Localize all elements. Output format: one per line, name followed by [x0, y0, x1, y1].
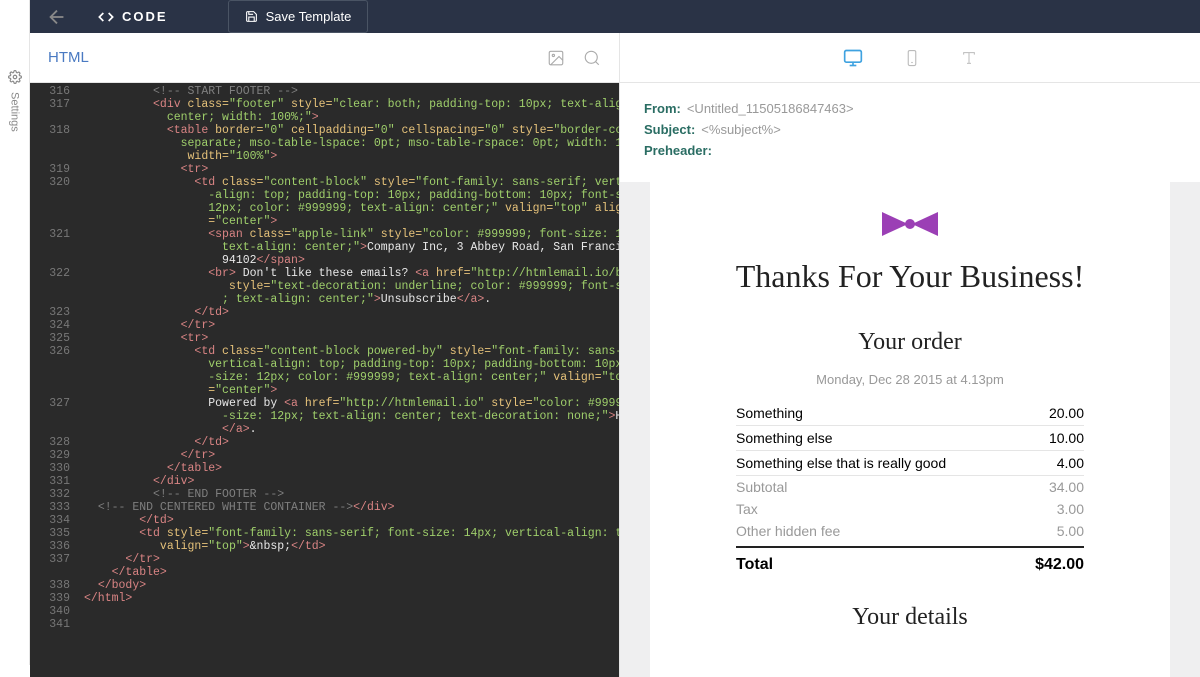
- side-rail: Settings: [0, 0, 30, 665]
- code-editor[interactable]: 316317 318 319320 321 322 323324325326 3…: [30, 83, 619, 677]
- tab-code[interactable]: CODE: [88, 9, 178, 25]
- table-row: Something else that is really good4.00: [736, 451, 1084, 476]
- bowtie-icon: [650, 182, 1170, 258]
- back-arrow-icon[interactable]: [46, 6, 68, 28]
- table-row: Tax3.00: [736, 498, 1084, 520]
- mobile-icon[interactable]: [903, 49, 921, 67]
- table-row: Other hidden fee5.00: [736, 520, 1084, 542]
- save-button-label: Save Template: [266, 9, 352, 24]
- email-heading: Thanks For Your Business!: [650, 258, 1170, 325]
- code-tab-label: CODE: [122, 9, 168, 24]
- email-meta: From: <Untitled_11505186847463> Subject: <…: [620, 83, 1200, 182]
- table-row: Something else10.00: [736, 426, 1084, 451]
- search-icon[interactable]: [583, 49, 601, 67]
- total-row: Total$42.00: [736, 546, 1084, 578]
- table-row: Something20.00: [736, 401, 1084, 426]
- details-heading: Your details: [650, 578, 1170, 647]
- from-label: From:: [644, 101, 681, 116]
- topbar: CODE Save Template: [30, 0, 1200, 33]
- table-row: Subtotal34.00: [736, 476, 1084, 498]
- text-icon[interactable]: [961, 50, 977, 66]
- email-preview: Thanks For Your Business! Your order Mon…: [650, 182, 1170, 677]
- settings-label[interactable]: Settings: [9, 92, 21, 132]
- subject-label: Subject:: [644, 122, 695, 137]
- order-table: Something20.00Something else10.00Somethi…: [736, 401, 1084, 578]
- preheader-label: Preheader:: [644, 143, 712, 158]
- language-tab[interactable]: HTML: [48, 49, 89, 66]
- save-template-button[interactable]: Save Template: [228, 0, 369, 33]
- preview-pane: From: <Untitled_11505186847463> Subject: <…: [620, 33, 1200, 677]
- save-icon: [245, 10, 258, 23]
- code-icon: [98, 9, 114, 25]
- desktop-icon[interactable]: [843, 48, 863, 68]
- image-icon[interactable]: [547, 49, 565, 67]
- order-heading: Your order: [650, 325, 1170, 372]
- gear-icon[interactable]: [8, 70, 22, 84]
- subject-value: <%subject%>: [701, 122, 781, 137]
- editor-pane: HTML 316317 318 319320 321 322 323324325…: [30, 33, 620, 677]
- from-value: <Untitled_11505186847463>: [687, 101, 854, 116]
- order-date: Monday, Dec 28 2015 at 4.13pm: [650, 372, 1170, 387]
